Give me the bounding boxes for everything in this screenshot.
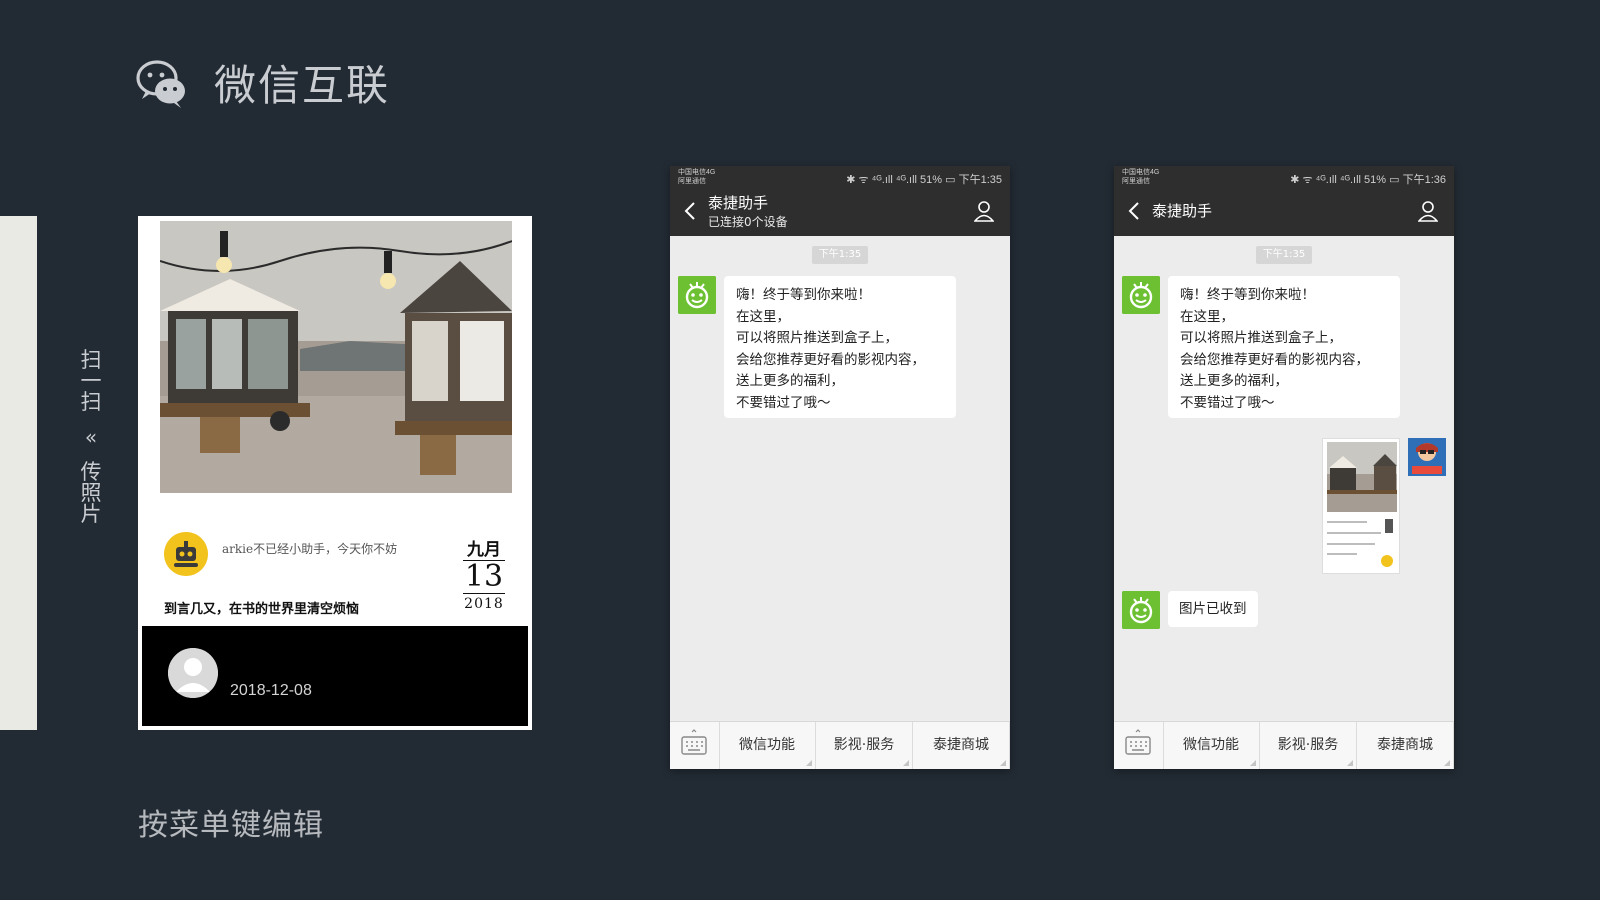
status-bar: 中国电信4G 阿里通信 ✱ ᯤ ⁴ᴳ.ıll ⁴ᴳ.ıll 51% ▭ 下午1:…: [670, 166, 1010, 188]
card-footer: 2018-12-08: [142, 626, 528, 726]
vertical-char: 扫: [80, 348, 102, 372]
message-line: 会给您推荐更好看的影视内容，: [736, 351, 925, 368]
sent-image-thumbnail[interactable]: [1322, 438, 1400, 574]
vertical-char: 一: [80, 369, 102, 393]
card-message-text: arkie不已经小助手，今天你不妨: [222, 542, 398, 556]
vertical-char: 传: [80, 460, 102, 484]
chat-menu-bar: 微信功能 影视·服务 泰捷商城: [670, 721, 1010, 769]
message-line: 送上更多的福利，: [1180, 373, 1288, 389]
double-chevron-left-icon: «: [84, 425, 98, 449]
chat-title: 泰捷助手: [1152, 202, 1213, 220]
carrier-line: 阿里通信: [1122, 178, 1150, 185]
vertical-char: 照: [80, 481, 102, 505]
phone-screen-after: 中国电信4G 阿里通信 ✱ ᯤ ⁴ᴳ.ıll ⁴ᴳ.ıll 51% ▭ 下午1:…: [1114, 166, 1454, 769]
keyboard-toggle-icon[interactable]: [1114, 722, 1164, 769]
status-indicators: ✱ ᯤ ⁴ᴳ.ıll ⁴ᴳ.ıll 51% ▭ 下午1:36: [1290, 174, 1446, 186]
robot-avatar-icon: [164, 532, 208, 576]
vertical-char: 扫: [80, 390, 102, 414]
message-line: 嗨！终于等到你来啦！: [736, 287, 871, 303]
menu-wechat-features[interactable]: 微信功能: [1163, 722, 1260, 769]
cabin-photo: [160, 221, 512, 493]
bot-avatar-icon[interactable]: [1122, 276, 1160, 314]
date-month: 九月: [463, 540, 505, 561]
status-bar: 中国电信4G 阿里通信 ✱ ᯤ ⁴ᴳ.ıll ⁴ᴳ.ıll 51% ▭ 下午1:…: [1114, 166, 1454, 188]
person-icon[interactable]: [1418, 200, 1438, 222]
keyboard-toggle-icon[interactable]: [670, 722, 720, 769]
phone-screen-before: 中国电信4G 阿里通信 ✱ ᯤ ⁴ᴳ.ıll ⁴ᴳ.ıll 51% ▭ 下午1:…: [670, 166, 1010, 769]
greeting-message-bubble[interactable]: 嗨！终于等到你来啦！ 在这里， 可以将照片推送到盒子上， 会给您推荐更好看的影视…: [1168, 276, 1400, 418]
carrier-line: 中国电信4G: [1122, 169, 1160, 176]
status-indicators: ✱ ᯤ ⁴ᴳ.ıll ⁴ᴳ.ıll 51% ▭ 下午1:35: [846, 174, 1002, 186]
message-timestamp: 下午1:35: [1256, 246, 1312, 264]
side-panel-strip: [0, 216, 37, 730]
menu-taijie-mall[interactable]: 泰捷商城: [913, 722, 1010, 769]
message-line: 会给您推荐更好看的影视内容，: [1180, 351, 1369, 368]
thumbnail-text-line: [1327, 553, 1357, 555]
date-year: 2018: [464, 596, 504, 612]
scan-upload-label: 扫 一 扫 « 传 照 片: [76, 350, 106, 525]
message-line: 不要错过了哦～: [736, 394, 831, 411]
back-chevron-icon[interactable]: [682, 200, 698, 222]
carrier-line: 阿里通信: [678, 178, 706, 185]
person-icon[interactable]: [974, 200, 994, 222]
menu-key-edit-hint: 按菜单键编辑: [138, 808, 324, 843]
default-user-avatar-icon: [168, 648, 218, 698]
menu-taijie-mall[interactable]: 泰捷商城: [1357, 722, 1454, 769]
vertical-char: 片: [80, 502, 102, 526]
user-avatar-icon[interactable]: [1408, 438, 1446, 476]
message-line: 可以将照片推送到盒子上，: [1180, 330, 1342, 346]
message-line: 在这里，: [736, 308, 790, 325]
carrier-info: 中国电信4G 阿里通信: [678, 168, 715, 186]
message-timestamp: 下午1:35: [812, 246, 868, 264]
thumbnail-avatar: [1381, 555, 1393, 567]
photo-card[interactable]: arkie不已经小助手，今天你不妨 九月 13 2018 到言几又，在书的世界里…: [138, 216, 532, 730]
card-footer-date: 2018-12-08: [230, 682, 312, 699]
thumbnail-text-line: [1327, 521, 1367, 523]
card-date-box: 九月 13 2018: [463, 540, 505, 614]
bot-avatar-icon[interactable]: [1122, 591, 1160, 629]
thumbnail-date: [1385, 519, 1393, 533]
message-line: 嗨！终于等到你来啦！: [1180, 287, 1315, 303]
thumbnail-photo: [1327, 442, 1397, 512]
message-line: 可以将照片推送到盒子上，: [736, 330, 898, 346]
chat-menu-bar: 微信功能 影视·服务 泰捷商城: [1114, 721, 1454, 769]
menu-video-services[interactable]: 影视·服务: [1260, 722, 1357, 769]
bot-avatar-icon[interactable]: [678, 276, 716, 314]
chat-title: 泰捷助手: [708, 194, 769, 212]
card-caption: 到言几又，在书的世界里清空烦恼: [164, 602, 360, 617]
thumbnail-text-line: [1327, 532, 1381, 534]
page-title: 微信互联: [214, 61, 391, 110]
wechat-logo-icon: [136, 60, 185, 108]
message-line: 送上更多的福利，: [736, 373, 844, 389]
chat-nav-bar: 泰捷助手: [1114, 188, 1454, 236]
chat-subtitle: 已连接0个设备: [708, 215, 788, 229]
received-confirmation-bubble[interactable]: 图片已收到: [1168, 591, 1258, 627]
message-line: 不要错过了哦～: [1180, 394, 1275, 411]
thumbnail-text-line: [1327, 543, 1375, 545]
carrier-info: 中国电信4G 阿里通信: [1122, 168, 1159, 186]
date-day: 13: [463, 559, 505, 594]
carrier-line: 中国电信4G: [678, 169, 716, 176]
menu-wechat-features[interactable]: 微信功能: [719, 722, 816, 769]
greeting-message-bubble[interactable]: 嗨！终于等到你来啦！ 在这里， 可以将照片推送到盒子上， 会给您推荐更好看的影视…: [724, 276, 956, 418]
menu-video-services[interactable]: 影视·服务: [816, 722, 913, 769]
message-line: 在这里，: [1180, 308, 1234, 325]
back-chevron-icon[interactable]: [1126, 200, 1142, 222]
chat-nav-bar: 泰捷助手 已连接0个设备: [670, 188, 1010, 236]
